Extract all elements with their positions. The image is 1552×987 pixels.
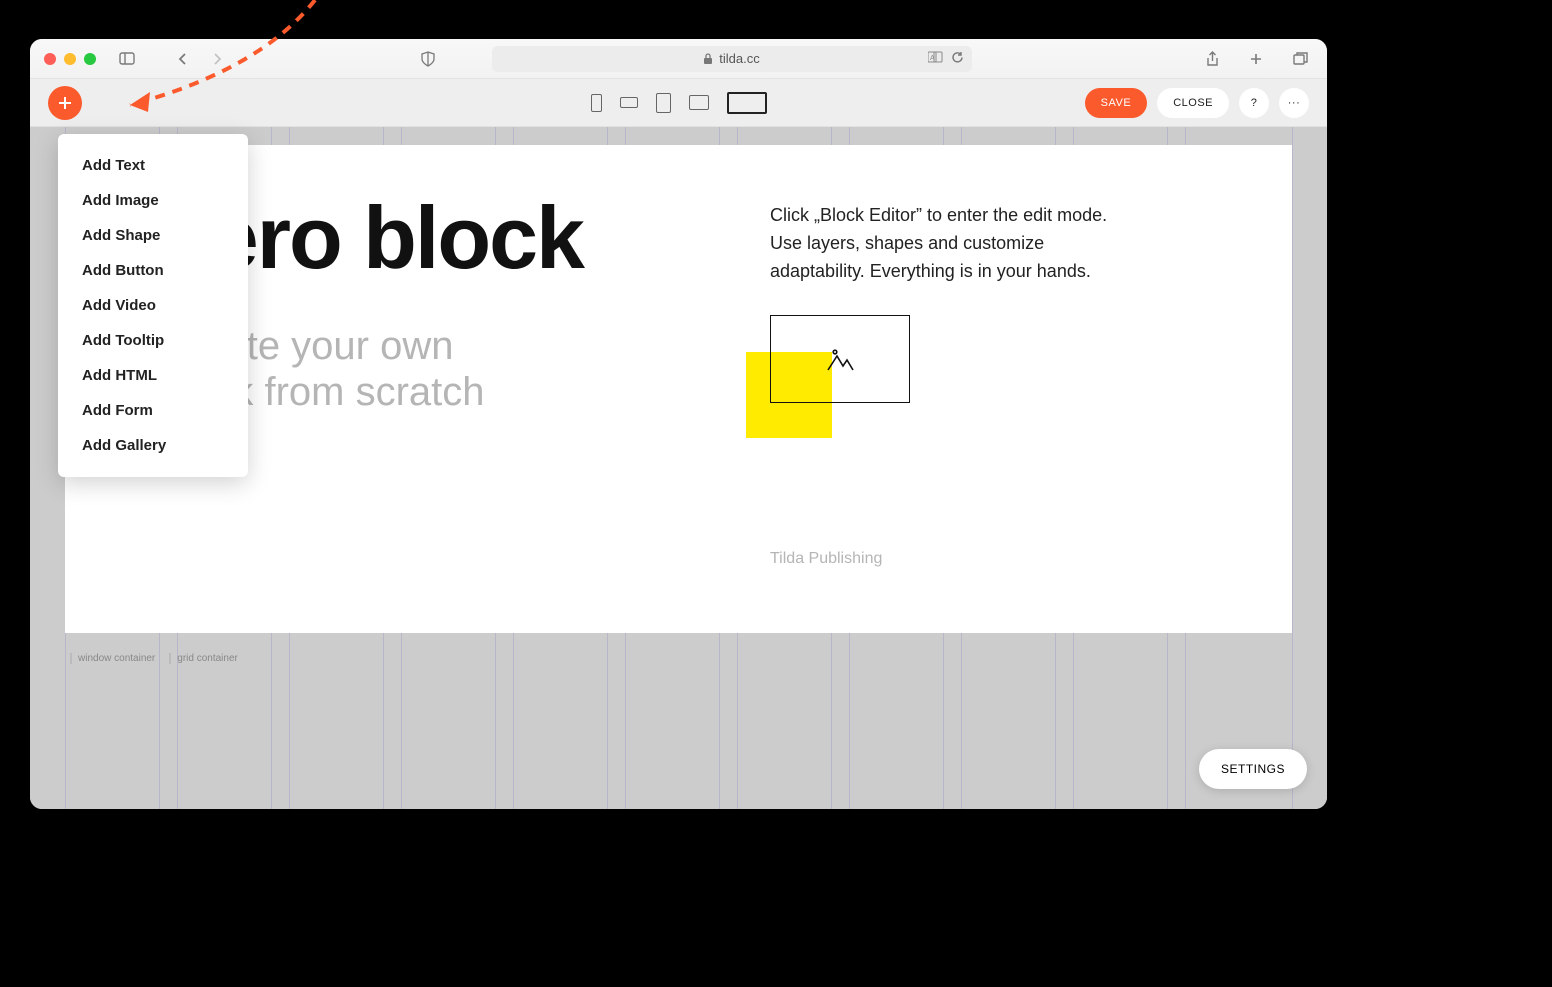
translate-icon[interactable]: A [928, 51, 944, 66]
lock-icon [703, 53, 713, 65]
image-placeholder[interactable] [770, 315, 910, 403]
forward-button[interactable] [204, 48, 230, 70]
device-tablet-landscape[interactable] [689, 95, 709, 110]
menu-item-add-shape[interactable]: Add Shape [58, 218, 248, 253]
refresh-icon[interactable] [951, 51, 964, 67]
device-tablet-portrait[interactable] [656, 93, 671, 113]
plus-icon [57, 95, 73, 111]
window-controls [44, 53, 96, 65]
menu-item-add-video[interactable]: Add Video [58, 288, 248, 323]
window-container-label[interactable]: window container [70, 653, 155, 664]
image-placeholder-icon [825, 346, 855, 372]
device-mobile-portrait[interactable] [591, 94, 602, 112]
maximize-window-button[interactable] [84, 53, 96, 65]
address-bar[interactable]: tilda.cc A [492, 46, 972, 72]
close-window-button[interactable] [44, 53, 56, 65]
new-tab-button[interactable] [1243, 48, 1269, 70]
sidebar-toggle-button[interactable] [114, 48, 140, 70]
device-mobile-landscape[interactable] [620, 97, 638, 108]
add-element-button[interactable] [48, 86, 82, 120]
help-button[interactable]: ? [1239, 88, 1269, 118]
share-button[interactable] [1199, 48, 1225, 70]
page-canvas[interactable]: Zero block Create your own block from sc… [65, 145, 1292, 633]
menu-item-add-gallery[interactable]: Add Gallery [58, 428, 248, 463]
menu-item-add-tooltip[interactable]: Add Tooltip [58, 323, 248, 358]
browser-chrome: tilda.cc A [30, 39, 1327, 79]
menu-item-add-button[interactable]: Add Button [58, 253, 248, 288]
close-button[interactable]: CLOSE [1157, 88, 1229, 118]
minimize-window-button[interactable] [64, 53, 76, 65]
back-button[interactable] [170, 48, 196, 70]
editor-toolbar: SAVE CLOSE ? ··· [30, 79, 1327, 127]
grid-container-label[interactable]: grid container [169, 653, 238, 664]
shield-privacy-icon[interactable] [415, 48, 441, 70]
save-button[interactable]: SAVE [1085, 88, 1148, 118]
settings-button[interactable]: SETTINGS [1199, 749, 1307, 789]
device-desktop[interactable] [727, 92, 767, 114]
menu-item-add-image[interactable]: Add Image [58, 183, 248, 218]
add-element-menu: Add Text Add Image Add Shape Add Button … [58, 134, 248, 477]
menu-item-add-form[interactable]: Add Form [58, 393, 248, 428]
container-labels: window container grid container [70, 653, 238, 664]
tabs-overview-button[interactable] [1287, 48, 1313, 70]
browser-window: tilda.cc A [30, 39, 1327, 809]
description-text[interactable]: Click „Block Editor” to enter the edit m… [770, 202, 1110, 286]
more-button[interactable]: ··· [1279, 88, 1309, 118]
menu-item-add-text[interactable]: Add Text [58, 148, 248, 183]
credit-text[interactable]: Tilda Publishing [770, 550, 882, 568]
svg-text:A: A [930, 55, 935, 62]
device-switcher [591, 92, 767, 114]
url-text: tilda.cc [719, 51, 759, 66]
menu-item-add-html[interactable]: Add HTML [58, 358, 248, 393]
